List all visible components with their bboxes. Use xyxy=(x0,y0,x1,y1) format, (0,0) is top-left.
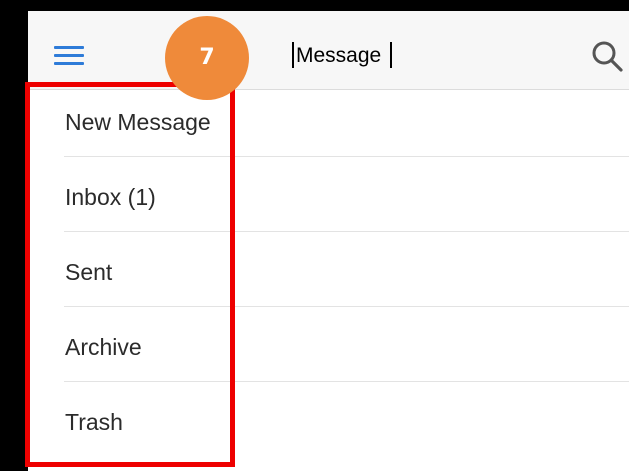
sidebar-item-label: Trash xyxy=(65,409,123,435)
outer-border-top xyxy=(0,0,629,11)
app-header: Message xyxy=(28,11,629,90)
sidebar-item-sent[interactable]: Sent xyxy=(36,232,236,307)
sidebar-item-label: Sent xyxy=(65,259,113,285)
screenshot-frame: Message 7 New Message Inbox (1) Sent Arc… xyxy=(0,0,629,471)
sidebar-item-inbox[interactable]: Inbox (1) xyxy=(36,157,236,232)
sidebar-item-label: Inbox (1) xyxy=(65,184,156,210)
sidebar-item-trash[interactable]: Trash xyxy=(36,382,236,457)
search-icon[interactable] xyxy=(590,39,624,73)
sidebar-item-archive[interactable]: Archive xyxy=(36,307,236,382)
sidebar-item-label: New Message xyxy=(65,109,211,135)
search-input[interactable]: Message xyxy=(292,39,582,71)
sidebar-item-label: Archive xyxy=(65,334,142,360)
text-cursor xyxy=(390,42,392,68)
outer-border-left xyxy=(0,0,28,471)
step-number-badge: 7 xyxy=(165,16,249,100)
search-input-value: Message xyxy=(296,44,382,67)
hamburger-icon[interactable] xyxy=(54,46,84,66)
text-cursor xyxy=(292,42,294,68)
